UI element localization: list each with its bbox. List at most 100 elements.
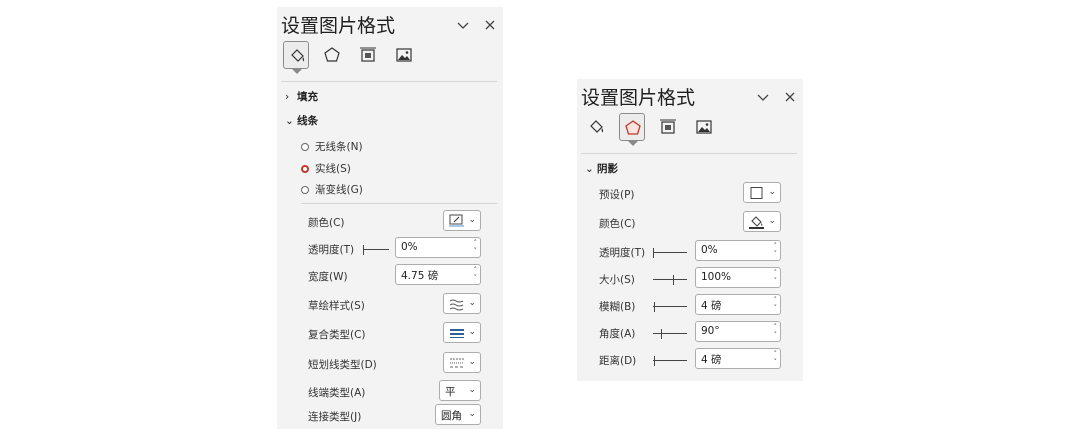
divider bbox=[301, 203, 497, 204]
shadow-color-dropdown[interactable]: ⌄ bbox=[743, 211, 781, 232]
radio-checked-icon bbox=[301, 165, 309, 173]
tab-picture[interactable] bbox=[691, 113, 717, 141]
pane-title: 设置图片格式 bbox=[281, 15, 396, 37]
chevron-down-icon: ⌄ bbox=[585, 163, 594, 175]
width-value: 4.75 磅 bbox=[401, 270, 439, 282]
size-properties-icon bbox=[660, 119, 676, 134]
section-line-label: 线条 bbox=[297, 115, 318, 127]
close-icon[interactable] bbox=[482, 17, 498, 33]
tab-fill-line[interactable] bbox=[283, 41, 309, 74]
distance-label: 距离(D) bbox=[599, 355, 637, 367]
width-label: 宽度(W) bbox=[308, 271, 348, 283]
section-fill-label: 填充 bbox=[297, 91, 318, 103]
chevron-down-icon: ⌄ bbox=[285, 115, 294, 127]
chevron-right-icon: › bbox=[285, 91, 290, 103]
pane-title: 设置图片格式 bbox=[581, 87, 696, 109]
chevron-down-icon: ⌄ bbox=[468, 409, 476, 419]
radio-label: 实线(S) bbox=[315, 163, 351, 175]
blur-slider[interactable] bbox=[653, 302, 687, 312]
section-line[interactable]: ⌄ 线条 bbox=[285, 113, 318, 128]
paint-bucket-icon bbox=[590, 120, 604, 133]
paint-bucket-icon bbox=[291, 49, 305, 62]
tab-effects[interactable] bbox=[619, 113, 645, 146]
radio-label: 无线条(N) bbox=[315, 141, 363, 153]
close-icon[interactable] bbox=[782, 89, 798, 105]
size-spinner[interactable]: 100% ˄ ˅ bbox=[695, 267, 781, 288]
size-label: 大小(S) bbox=[599, 274, 635, 286]
picture-icon bbox=[696, 120, 712, 134]
pane-options-chevron-icon[interactable] bbox=[755, 89, 771, 105]
square-outline-icon bbox=[750, 187, 763, 199]
section-fill[interactable]: › 填充 bbox=[285, 89, 318, 104]
chevron-down-icon: ⌄ bbox=[468, 327, 476, 337]
compound-lines-icon bbox=[450, 329, 464, 338]
radio-label: 渐变线(G) bbox=[315, 184, 363, 196]
chevron-down-icon: ⌄ bbox=[468, 298, 476, 308]
chevron-down-icon: ⌄ bbox=[468, 215, 476, 225]
transparency-spinner[interactable]: 0% ˄ ˅ bbox=[695, 240, 781, 261]
size-slider[interactable] bbox=[653, 275, 687, 285]
sketch-style-dropdown[interactable]: ⌄ bbox=[443, 293, 481, 314]
picture-icon bbox=[396, 48, 412, 62]
spin-arrows-icon[interactable]: ˄ ˅ bbox=[474, 266, 478, 282]
spin-arrows-icon[interactable]: ˄ ˅ bbox=[774, 269, 778, 285]
width-spinner[interactable]: 4.75 磅 ˄ ˅ bbox=[395, 264, 481, 285]
spin-arrows-icon[interactable]: ˄ ˅ bbox=[774, 350, 778, 366]
transparency-spinner[interactable]: 0% ˄ ˅ bbox=[395, 237, 481, 258]
divider bbox=[281, 81, 497, 82]
size-value: 100% bbox=[701, 271, 732, 283]
angle-spinner[interactable]: 90° ˄ ˅ bbox=[695, 321, 781, 342]
chevron-down-icon: ⌄ bbox=[768, 187, 776, 197]
spin-arrows-icon[interactable]: ˄ ˅ bbox=[774, 323, 778, 339]
size-properties-icon bbox=[360, 47, 376, 62]
transparency-slider[interactable] bbox=[363, 245, 389, 255]
join-type-dropdown[interactable]: 圆角 ⌄ bbox=[435, 404, 481, 425]
join-type-value: 圆角 bbox=[441, 410, 462, 422]
transparency-value: 0% bbox=[401, 241, 418, 253]
transparency-label: 透明度(T) bbox=[599, 247, 646, 259]
line-color-dropdown[interactable]: ⌄ bbox=[443, 210, 481, 231]
section-shadow[interactable]: ⌄ 阴影 bbox=[585, 161, 618, 176]
pentagon-icon bbox=[625, 120, 641, 135]
dash-type-label: 短划线类型(D) bbox=[308, 359, 377, 371]
chevron-down-icon: ⌄ bbox=[468, 357, 476, 367]
radio-no-line[interactable]: 无线条(N) bbox=[301, 139, 363, 154]
dashed-lines-icon bbox=[450, 358, 464, 368]
tab-effects[interactable] bbox=[319, 41, 345, 69]
chevron-down-icon: ⌄ bbox=[468, 385, 476, 395]
blur-value: 4 磅 bbox=[701, 300, 722, 312]
dash-type-dropdown[interactable]: ⌄ bbox=[443, 352, 481, 373]
blur-spinner[interactable]: 4 磅 ˄ ˅ bbox=[695, 294, 781, 315]
sketch-style-label: 草绘样式(S) bbox=[308, 300, 365, 312]
cap-type-value: 平 bbox=[445, 386, 456, 398]
pentagon-icon bbox=[324, 47, 340, 62]
format-picture-pane-line: 设置图片格式 › 填充 ⌄ 线条 无线条(N) 实线(S) 渐变线(G) 颜色(… bbox=[277, 7, 503, 429]
section-shadow-label: 阴影 bbox=[597, 163, 618, 175]
tab-fill-line[interactable] bbox=[583, 113, 609, 141]
transparency-slider[interactable] bbox=[653, 248, 687, 258]
shadow-preset-dropdown[interactable]: ⌄ bbox=[743, 182, 781, 203]
blur-label: 模糊(B) bbox=[599, 301, 636, 313]
distance-spinner[interactable]: 4 磅 ˄ ˅ bbox=[695, 348, 781, 369]
preset-label: 预设(P) bbox=[599, 189, 635, 201]
transparency-label: 透明度(T) bbox=[308, 244, 355, 256]
color-label: 颜色(C) bbox=[599, 218, 636, 230]
tab-layout-properties[interactable] bbox=[655, 113, 681, 141]
color-label: 颜色(C) bbox=[308, 217, 345, 229]
pane-options-chevron-icon[interactable] bbox=[455, 17, 471, 33]
spin-arrows-icon[interactable]: ˄ ˅ bbox=[774, 296, 778, 312]
tab-picture[interactable] bbox=[391, 41, 417, 69]
cap-type-dropdown[interactable]: 平 ⌄ bbox=[439, 380, 481, 401]
spin-arrows-icon[interactable]: ˄ ˅ bbox=[474, 239, 478, 255]
tab-layout-properties[interactable] bbox=[355, 41, 381, 69]
join-type-label: 连接类型(J) bbox=[308, 411, 362, 423]
paint-bucket-icon bbox=[749, 216, 764, 229]
radio-gradient-line[interactable]: 渐变线(G) bbox=[301, 182, 363, 197]
radio-solid-line[interactable]: 实线(S) bbox=[301, 161, 351, 176]
distance-slider[interactable] bbox=[653, 356, 687, 366]
angle-slider[interactable] bbox=[653, 329, 687, 339]
radio-circle-icon bbox=[301, 143, 309, 151]
compound-type-dropdown[interactable]: ⌄ bbox=[443, 322, 481, 343]
spin-arrows-icon[interactable]: ˄ ˅ bbox=[774, 242, 778, 258]
compound-type-label: 复合类型(C) bbox=[308, 329, 366, 341]
